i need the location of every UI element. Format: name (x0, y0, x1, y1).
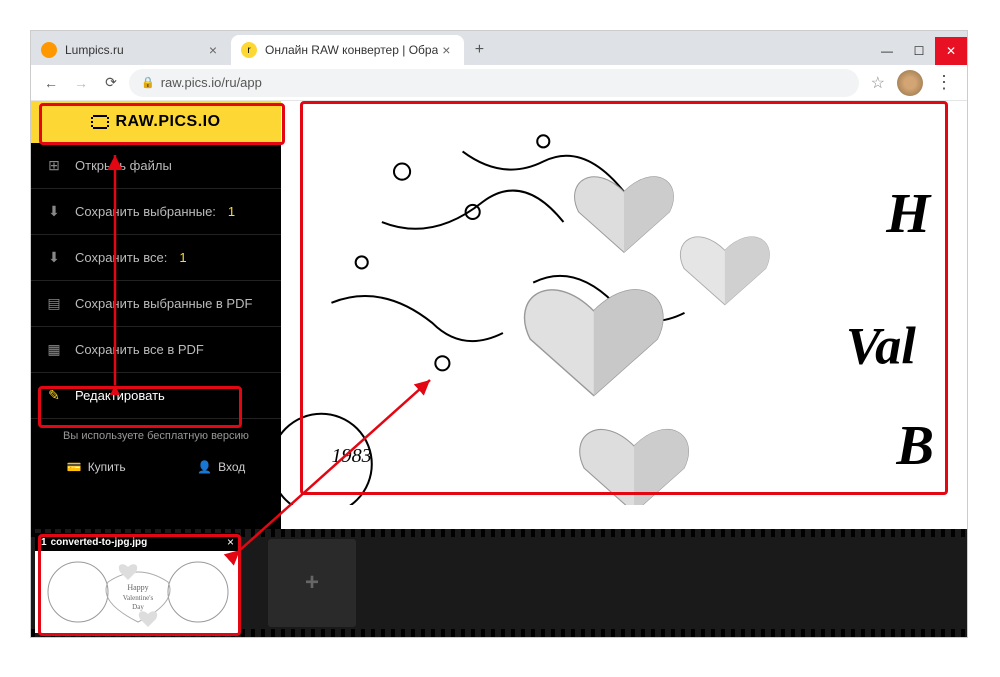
back-button[interactable]: ← (39, 71, 63, 95)
free-version-message: Вы используете бесплатную версию (31, 419, 281, 454)
pdf-icon: ▤ (45, 295, 63, 312)
window-maximize-button[interactable]: ☐ (903, 37, 935, 65)
sidebar-save-selected-pdf[interactable]: ▤ Сохранить выбранные в PDF (31, 281, 281, 327)
favicon: r (241, 42, 257, 58)
sidebar-edit-button[interactable]: ✎ Редактировать (31, 373, 281, 419)
thumb-filename: converted-to-jpg.jpg (51, 537, 223, 548)
tab-label: Онлайн RAW конвертер | Обра (265, 43, 438, 57)
sidebar-save-all-pdf[interactable]: ▦ Сохранить все в PDF (31, 327, 281, 373)
count-badge: 1 (228, 204, 235, 219)
url-text: raw.pics.io/ru/app (161, 75, 262, 90)
window-minimize-button[interactable]: — (871, 37, 903, 65)
plus-box-icon: ⊞ (45, 157, 63, 174)
login-label: Вход (218, 460, 245, 474)
tab-label: Lumpics.ru (65, 43, 205, 57)
thumb-preview: Happy Valentine's Day (35, 551, 240, 633)
thumbnail[interactable]: 1 converted-to-jpg.jpg × Happy Valentine… (35, 533, 240, 633)
browser-tabs-bar: Lumpics.ru × r Онлайн RAW конвертер | Об… (31, 31, 967, 65)
favicon (41, 42, 57, 58)
sidebar-label: Сохранить все в PDF (75, 342, 204, 357)
pencil-icon: ✎ (45, 387, 63, 404)
forward-button: → (69, 71, 93, 95)
svg-text:1983: 1983 (331, 445, 371, 467)
sidebar-label: Сохранить выбранные в PDF (75, 296, 252, 311)
buy-button[interactable]: 💳 Купить (67, 460, 126, 474)
download-icon: ⬇ (45, 203, 63, 220)
sidebar-label: Редактировать (75, 388, 165, 403)
svg-text:Valentine's: Valentine's (122, 594, 153, 602)
filmstrip: 1 converted-to-jpg.jpg × Happy Valentine… (31, 529, 967, 637)
svg-text:Day: Day (132, 603, 144, 611)
user-icon: 👤 (197, 460, 212, 474)
sidebar-label: Сохранить все: (75, 250, 167, 265)
app-logo[interactable]: RAW.PICS.IO (31, 101, 281, 143)
svg-text:Val: Val (846, 317, 916, 375)
sidebar-save-selected[interactable]: ⬇ Сохранить выбранные: 1 (31, 189, 281, 235)
reload-button[interactable]: ⟳ (99, 71, 123, 95)
download-all-icon: ⬇ (45, 249, 63, 266)
thumb-close-icon[interactable]: × (227, 535, 234, 549)
count-badge: 1 (179, 250, 186, 265)
wallet-icon: 💳 (67, 460, 82, 474)
filmstrip-icon (91, 115, 109, 129)
login-button[interactable]: 👤 Вход (197, 460, 245, 474)
browser-menu-icon[interactable]: ⋮ (929, 72, 959, 93)
tab-close-icon[interactable]: × (438, 42, 454, 58)
bookmark-star-icon[interactable]: ☆ (865, 73, 891, 93)
address-bar: ← → ⟳ 🔒 raw.pics.io/ru/app ☆ ⋮ (31, 65, 967, 101)
tab-close-icon[interactable]: × (205, 42, 221, 58)
svg-text:B: B (895, 415, 934, 477)
window-close-button[interactable]: ✕ (935, 37, 967, 65)
sidebar-label: Открыть файлы (75, 158, 172, 173)
browser-tab-active[interactable]: r Онлайн RAW конвертер | Обра × (231, 35, 464, 65)
sidebar-save-all[interactable]: ⬇ Сохранить все: 1 (31, 235, 281, 281)
url-input[interactable]: 🔒 raw.pics.io/ru/app (129, 69, 859, 97)
logo-text: RAW.PICS.IO (115, 113, 220, 131)
svg-text:Happy: Happy (127, 583, 148, 592)
svg-text:H: H (885, 183, 932, 245)
sidebar-label: Сохранить выбранные: (75, 204, 216, 219)
browser-tab[interactable]: Lumpics.ru × (31, 35, 231, 65)
thumb-number: 1 (41, 537, 47, 548)
lock-icon: 🔒 (141, 76, 155, 89)
add-file-button[interactable]: + (268, 539, 356, 627)
new-tab-button[interactable]: + (464, 35, 494, 65)
sidebar-open-files[interactable]: ⊞ Открыть файлы (31, 143, 281, 189)
profile-avatar[interactable] (897, 70, 923, 96)
buy-label: Купить (88, 460, 126, 474)
preview-content: H Val B 1983 (281, 101, 967, 505)
pdf-grid-icon: ▦ (45, 341, 63, 358)
